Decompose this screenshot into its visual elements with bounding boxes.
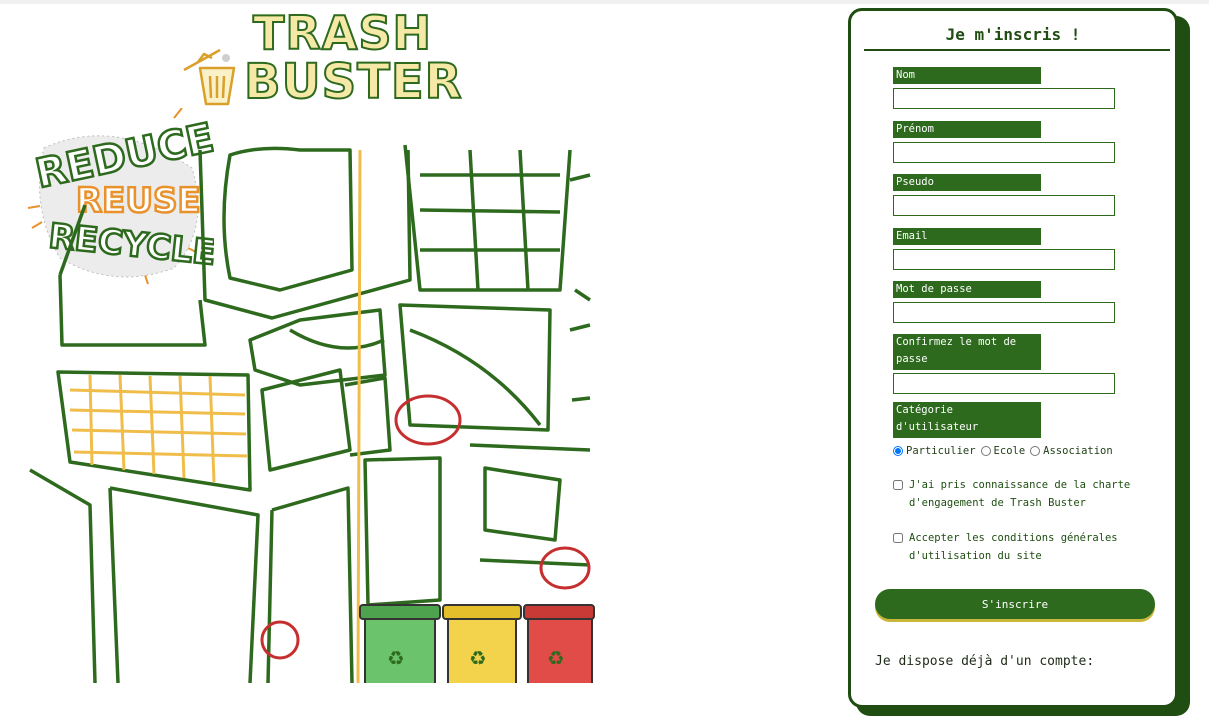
radio-particulier[interactable] bbox=[893, 446, 903, 456]
pseudo-input[interactable] bbox=[893, 195, 1115, 216]
trash-bin-logo-icon bbox=[183, 48, 236, 106]
label-prenom: Prénom bbox=[893, 121, 1041, 138]
signup-card: Je m'inscris ! Nom Prénom Pseudo Email M… bbox=[848, 8, 1178, 708]
terms-checkbox-row: Accepter les conditions générales d'util… bbox=[893, 529, 1153, 565]
label-nom: Nom bbox=[893, 67, 1041, 84]
hero-illustration: TRASH BUSTER REDUCE REUSE RECYCLE ♻ ♻ ♻ bbox=[0, 0, 600, 683]
label-confirm-password: Confirmez le mot de passe bbox=[893, 334, 1041, 370]
radio-label-association[interactable]: Association bbox=[1043, 445, 1113, 457]
terms-checkbox-label[interactable]: Accepter les conditions générales d'util… bbox=[909, 529, 1153, 565]
svg-text:♻: ♻ bbox=[548, 642, 564, 672]
radio-label-particulier[interactable]: Particulier bbox=[906, 445, 976, 457]
red-bin-icon: ♻ bbox=[523, 604, 595, 683]
signup-submit-button[interactable]: S'inscrire bbox=[875, 589, 1155, 619]
password-input[interactable] bbox=[893, 302, 1115, 323]
city-map-drawing: ♻ ♻ ♻ bbox=[29, 144, 595, 683]
logo-text-buster: BUSTER bbox=[243, 53, 463, 111]
existing-account-text: Je dispose déjà d'un compte: bbox=[875, 654, 1095, 669]
label-user-category: Catégorie d'utilisateur bbox=[893, 402, 1041, 438]
nom-input[interactable] bbox=[893, 88, 1115, 109]
green-bin-icon: ♻ bbox=[359, 604, 441, 683]
confirm-password-input[interactable] bbox=[893, 373, 1115, 394]
charter-checkbox[interactable] bbox=[893, 480, 903, 490]
label-email: Email bbox=[893, 228, 1041, 245]
title-divider bbox=[864, 49, 1170, 51]
charter-checkbox-label[interactable]: J'ai pris connaissance de la charte d'en… bbox=[909, 476, 1153, 512]
svg-text:♻: ♻ bbox=[470, 642, 486, 672]
logo-text-trash: TRASH bbox=[252, 5, 433, 61]
label-pseudo: Pseudo bbox=[893, 174, 1041, 191]
user-category-radio-group: Particulier Ecole Association bbox=[893, 445, 1118, 457]
prenom-input[interactable] bbox=[893, 142, 1115, 163]
email-input[interactable] bbox=[893, 249, 1115, 270]
radio-ecole[interactable] bbox=[980, 446, 991, 456]
label-password: Mot de passe bbox=[893, 281, 1041, 298]
radio-association[interactable] bbox=[1030, 446, 1041, 456]
svg-text:♻: ♻ bbox=[388, 642, 404, 672]
terms-checkbox[interactable] bbox=[893, 533, 903, 543]
yellow-bin-icon: ♻ bbox=[442, 604, 522, 683]
signup-title: Je m'inscris ! bbox=[945, 25, 1081, 44]
radio-label-ecole[interactable]: Ecole bbox=[994, 445, 1026, 457]
charter-checkbox-row: J'ai pris connaissance de la charte d'en… bbox=[893, 476, 1153, 512]
